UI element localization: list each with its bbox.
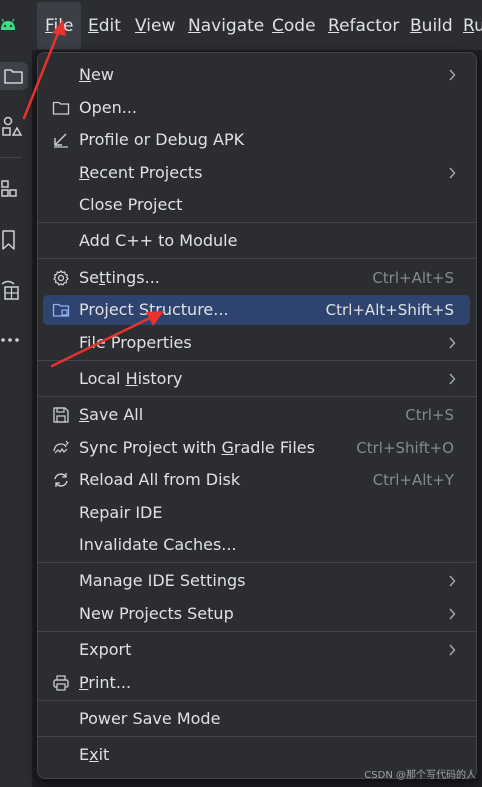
menu-separator [38,736,476,737]
gradle-sync-icon [52,439,70,457]
menu-item-settings[interactable]: Settings... Ctrl+Alt+S [43,263,470,293]
menu-item-save-all[interactable]: Save All Ctrl+S [43,400,470,430]
menu-item-new-projects-setup[interactable]: New Projects Setup [43,599,470,629]
menu-separator [38,631,476,632]
menu-separator [38,360,476,361]
tool-window-strip [0,50,32,787]
menu-item-repair-ide[interactable]: Repair IDE [43,498,470,528]
menubar-refactor[interactable]: Refactor [328,13,399,39]
menu-item-invalidate-caches[interactable]: Invalidate Caches... [43,530,470,560]
shortcut-label: Ctrl+Alt+Y [372,471,454,489]
folder-grid-icon [52,301,70,319]
shortcut-label: Ctrl+Shift+O [356,439,454,457]
menu-separator [38,562,476,563]
menu-separator [38,222,476,223]
build-variants-icon[interactable] [0,276,28,304]
android-logo-icon [0,16,16,30]
menu-separator [38,396,476,397]
menubar-view[interactable]: View [135,13,175,39]
menubar-run[interactable]: Ru [463,13,482,39]
menu-item-profile-debug-apk[interactable]: Profile or Debug APK [43,125,470,155]
menu-item-manage-ide-settings[interactable]: Manage IDE Settings [43,566,470,596]
menu-item-add-cpp-to-module[interactable]: Add C++ to Module [43,226,470,256]
shortcut-label: Ctrl+S [405,406,454,424]
file-menu-dropdown: New Open... Profile or Debug APK Recent … [37,52,477,779]
reload-icon [52,471,70,489]
menu-item-reload-from-disk[interactable]: Reload All from Disk Ctrl+Alt+Y [43,465,470,495]
structure-icon[interactable] [0,176,28,204]
menu-item-project-structure[interactable]: Project Structure... Ctrl+Alt+Shift+S [43,295,470,325]
resource-manager-icon[interactable] [0,112,28,140]
menu-item-local-history[interactable]: Local History [43,364,470,394]
chevron-right-icon [448,608,456,620]
menu-item-file-properties[interactable]: File Properties [43,328,470,358]
shortcut-label: Ctrl+Alt+Shift+S [325,301,454,319]
menu-item-open[interactable]: Open... [43,93,470,123]
chevron-right-icon [448,373,456,385]
menu-separator [38,700,476,701]
watermark: CSDN @那个写代码的人 [364,770,476,781]
menu-item-power-save-mode[interactable]: Power Save Mode [43,704,470,734]
menu-item-print[interactable]: Print... [43,668,470,698]
shortcut-label: Ctrl+Alt+S [372,269,454,287]
menubar-file[interactable]: File [45,13,73,39]
menubar-code[interactable]: Code [272,13,316,39]
menu-item-export[interactable]: Export [43,635,470,665]
chevron-right-icon [448,69,456,81]
more-tools-icon[interactable] [0,326,28,354]
menu-bar: File Edit View Navigate Code Refactor Bu… [0,0,482,51]
menu-separator [38,258,476,259]
menu-item-close-project[interactable]: Close Project [43,190,470,220]
print-icon [52,674,70,692]
folder-icon [52,99,70,117]
menubar-navigate[interactable]: Navigate [188,13,264,39]
menubar-build[interactable]: Build [410,13,453,39]
chevron-right-icon [448,644,456,656]
chevron-right-icon [448,167,456,179]
save-icon [52,406,70,424]
menu-item-new[interactable]: New [43,60,470,90]
project-folder-icon[interactable] [0,62,28,90]
sidebar-divider [0,157,22,158]
chevron-right-icon [448,337,456,349]
gear-icon [52,269,70,287]
bookmark-icon[interactable] [0,226,28,254]
menu-item-sync-gradle[interactable]: Sync Project with Gradle Files Ctrl+Shif… [43,433,470,463]
chevron-right-icon [448,575,456,587]
arrow-down-left-icon [52,131,70,149]
menubar-edit[interactable]: Edit [88,13,121,39]
menu-item-recent-projects[interactable]: Recent Projects [43,158,470,188]
